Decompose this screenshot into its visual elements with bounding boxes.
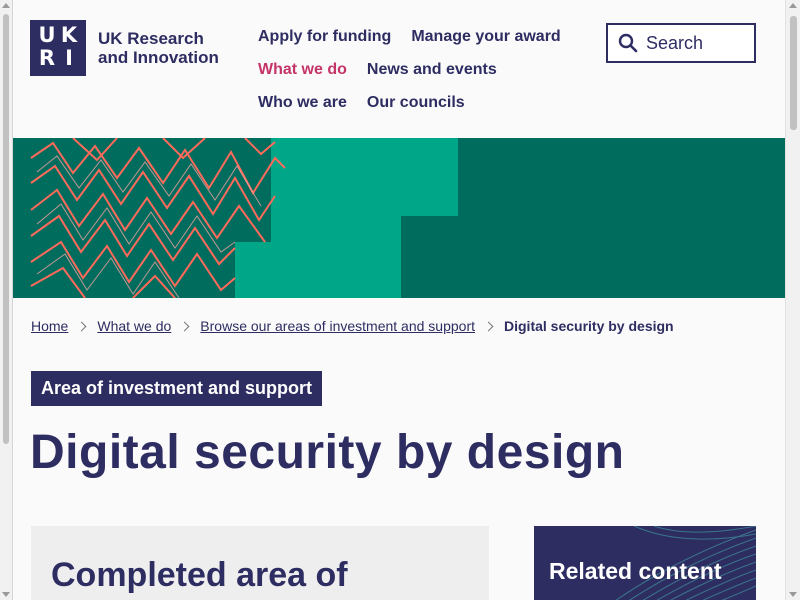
banner-pattern-graphic xyxy=(13,138,785,298)
chevron-right-icon xyxy=(76,321,87,331)
status-card: Completed area of xyxy=(31,526,489,600)
page: U K R I UK Research and Innovation Apply… xyxy=(12,0,785,600)
main-navigation: Apply for funding Manage your award What… xyxy=(258,27,588,112)
nav-news-and-events[interactable]: News and events xyxy=(367,60,497,79)
logo-line-2: and Innovation xyxy=(98,48,219,67)
left-scrollbar-thumb[interactable] xyxy=(3,14,9,444)
nav-apply-for-funding[interactable]: Apply for funding xyxy=(258,27,391,46)
logo-letter-r: R xyxy=(38,46,56,70)
logo-letter-i: I xyxy=(65,46,73,70)
ukri-logo[interactable]: U K R I UK Research and Innovation xyxy=(30,20,219,76)
nav-what-we-do[interactable]: What we do xyxy=(258,60,347,79)
scroll-down-arrow-icon[interactable] xyxy=(2,592,10,597)
breadcrumb-home-link[interactable]: Home xyxy=(31,318,68,334)
logo-wordmark: UK Research and Innovation xyxy=(98,29,219,67)
breadcrumb-current: Digital security by design xyxy=(504,318,674,334)
search-label: Search xyxy=(646,32,704,53)
status-card-heading: Completed area of xyxy=(51,556,348,594)
content-type-tag: Area of investment and support xyxy=(31,371,323,406)
search-icon xyxy=(618,33,638,53)
search-button[interactable]: Search xyxy=(606,23,756,63)
ukri-logo-mark: U K R I xyxy=(30,20,86,76)
logo-letter-u: U xyxy=(38,23,56,47)
nav-who-we-are[interactable]: Who we are xyxy=(258,93,347,112)
chevron-right-icon xyxy=(179,321,190,331)
breadcrumb-what-we-do-link[interactable]: What we do xyxy=(97,318,171,334)
page-title: Digital security by design xyxy=(30,426,625,479)
breadcrumb: Home What we do Browse our areas of inve… xyxy=(31,318,674,334)
left-scrollbar[interactable] xyxy=(0,0,12,600)
logo-line-1: UK Research xyxy=(98,29,204,48)
logo-letter-k: K xyxy=(60,23,78,47)
chevron-right-icon xyxy=(483,321,494,331)
right-scrollbar-thumb[interactable] xyxy=(790,16,797,130)
related-content-card: Related content xyxy=(534,526,756,600)
nav-our-councils[interactable]: Our councils xyxy=(367,93,465,112)
hero-banner xyxy=(13,138,785,298)
breadcrumb-browse-link[interactable]: Browse our areas of investment and suppo… xyxy=(200,318,475,334)
related-content-heading: Related content xyxy=(549,558,722,584)
nav-manage-your-award[interactable]: Manage your award xyxy=(411,27,560,46)
scroll-up-arrow-icon[interactable] xyxy=(789,3,797,8)
scroll-down-arrow-icon[interactable] xyxy=(789,592,797,597)
right-scrollbar[interactable] xyxy=(785,0,800,600)
scroll-up-arrow-icon[interactable] xyxy=(2,3,10,8)
